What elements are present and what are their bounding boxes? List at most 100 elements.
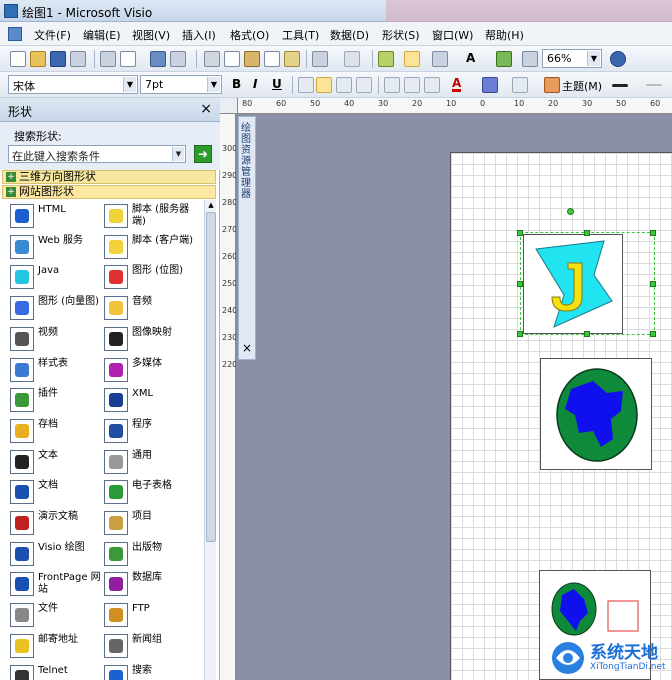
chevron-down-icon[interactable]: ▼ [207,77,220,92]
fill-tool-icon[interactable] [496,51,512,67]
shape-item[interactable]: 文档 [10,478,106,506]
pointer-tool-icon[interactable] [404,51,420,67]
stencil-website[interactable]: + 网站图形状 [2,185,216,199]
spelling-icon[interactable] [150,51,166,67]
menu-view[interactable]: 视图(V) [132,27,170,43]
shape-item[interactable]: FTP [104,601,200,629]
open-icon[interactable] [30,51,46,67]
close-icon[interactable]: × [242,341,252,355]
undo-icon[interactable] [312,51,328,67]
line-pattern-icon[interactable] [646,84,662,86]
shape-item[interactable]: 文件 [10,601,106,629]
shape-item[interactable]: 搜索 [104,663,200,680]
stencil-3d-direction[interactable]: + 三维方向图形状 [2,170,216,184]
shape-item[interactable]: 样式表 [10,356,106,384]
shape-item[interactable]: Java [10,263,106,291]
shape-item[interactable]: Visio 绘图 [10,540,106,568]
copy-icon[interactable] [224,51,240,67]
shape-item[interactable]: FrontPage 网站 [10,570,106,598]
shape-item[interactable]: 存档 [10,417,106,445]
line-color-icon[interactable] [482,77,498,93]
resize-handle[interactable] [584,230,590,236]
increase-indent-icon[interactable] [424,77,440,93]
research-icon[interactable] [170,51,186,67]
search-input[interactable]: 在此键入搜索条件 ▼ [8,145,186,163]
shape-item[interactable]: 新闻组 [104,632,200,660]
resize-handle[interactable] [650,230,656,236]
menu-window[interactable]: 窗口(W) [432,27,473,43]
font-size-select[interactable]: 7pt ▼ [140,75,222,94]
shapes-window-icon[interactable] [378,51,394,67]
shape-item[interactable]: 程序 [104,417,200,445]
shape-item[interactable]: 演示文稿 [10,509,106,537]
shape-item[interactable]: 图形 (位图) [104,263,200,291]
chevron-down-icon[interactable]: ▼ [123,77,136,92]
underline-button[interactable]: U [272,77,282,91]
visio-app-icon[interactable] [4,4,18,18]
shape-item[interactable]: 脚本 (服务器端) [104,202,200,230]
align-left-icon[interactable] [298,77,314,93]
menu-file[interactable]: 文件(F) [34,27,71,43]
shape-item[interactable]: XML [104,386,200,414]
connector-tool-icon[interactable] [432,51,448,67]
align-right-icon[interactable] [336,77,352,93]
chevron-up-icon[interactable]: ▲ [206,201,216,211]
print-preview-icon[interactable] [120,51,136,67]
shape-item[interactable]: 音频 [104,294,200,322]
document-menu-icon[interactable] [8,27,22,41]
justify-icon[interactable] [356,77,372,93]
menu-help[interactable]: 帮助(H) [485,27,524,43]
align-center-icon[interactable] [316,77,332,93]
shape-item[interactable]: 出版物 [104,540,200,568]
shape-item[interactable]: 邮寄地址 [10,632,106,660]
print-setup-icon[interactable] [70,51,86,67]
font-select[interactable]: 宋体 ▼ [8,75,138,94]
shape-item[interactable]: 多媒体 [104,356,200,384]
new-icon[interactable] [10,51,26,67]
pan-zoom-icon[interactable] [522,51,538,67]
decrease-indent-icon[interactable] [404,77,420,93]
bold-button[interactable]: B [232,77,241,91]
bullets-icon[interactable] [384,77,400,93]
print-icon[interactable] [100,51,116,67]
shape-item[interactable]: 文本 [10,448,106,476]
resize-handle[interactable] [517,331,523,337]
italic-button[interactable]: I [253,77,257,91]
scrollbar-thumb[interactable] [206,212,216,542]
resize-handle[interactable] [584,331,590,337]
menu-shape[interactable]: 形状(S) [382,27,420,43]
resize-handle[interactable] [517,281,523,287]
shape-item[interactable]: 通用 [104,448,200,476]
rotation-handle[interactable] [567,208,574,215]
shape-item[interactable]: Telnet [10,663,106,680]
menu-data[interactable]: 数据(D) [330,27,369,43]
close-icon[interactable]: × [200,101,212,117]
menu-insert[interactable]: 插入(I) [182,27,216,43]
shape-list-scrollbar[interactable]: ▲ [204,200,216,680]
chevron-down-icon[interactable]: ▼ [172,147,184,161]
text-tool-icon[interactable]: A [466,51,475,65]
html-globe-shape[interactable] [540,358,652,470]
delete-icon[interactable] [264,51,280,67]
line-weight-icon[interactable] [612,84,628,87]
chevron-down-icon[interactable]: ▼ [587,51,600,66]
shape-item[interactable]: 电子表格 [104,478,200,506]
menu-edit[interactable]: 编辑(E) [83,27,121,43]
zoom-select[interactable]: 66% ▼ [542,49,602,68]
shape-item[interactable]: 视频 [10,325,106,353]
shape-item[interactable]: HTML [10,202,106,230]
cut-icon[interactable] [204,51,220,67]
shape-item[interactable]: 脚本 (客户端) [104,233,200,261]
help-icon[interactable] [610,51,626,67]
theme-button[interactable]: 主题(M) [562,78,602,94]
save-icon[interactable] [50,51,66,67]
shape-item[interactable]: 插件 [10,386,106,414]
shape-item[interactable]: 图像映射 [104,325,200,353]
menu-format[interactable]: 格式(O) [230,27,269,43]
resize-handle[interactable] [650,331,656,337]
shape-item[interactable]: 项目 [104,509,200,537]
resize-handle[interactable] [650,281,656,287]
paste-icon[interactable] [244,51,260,67]
redo-icon[interactable] [344,51,360,67]
search-go-icon[interactable]: ➜ [194,145,212,163]
